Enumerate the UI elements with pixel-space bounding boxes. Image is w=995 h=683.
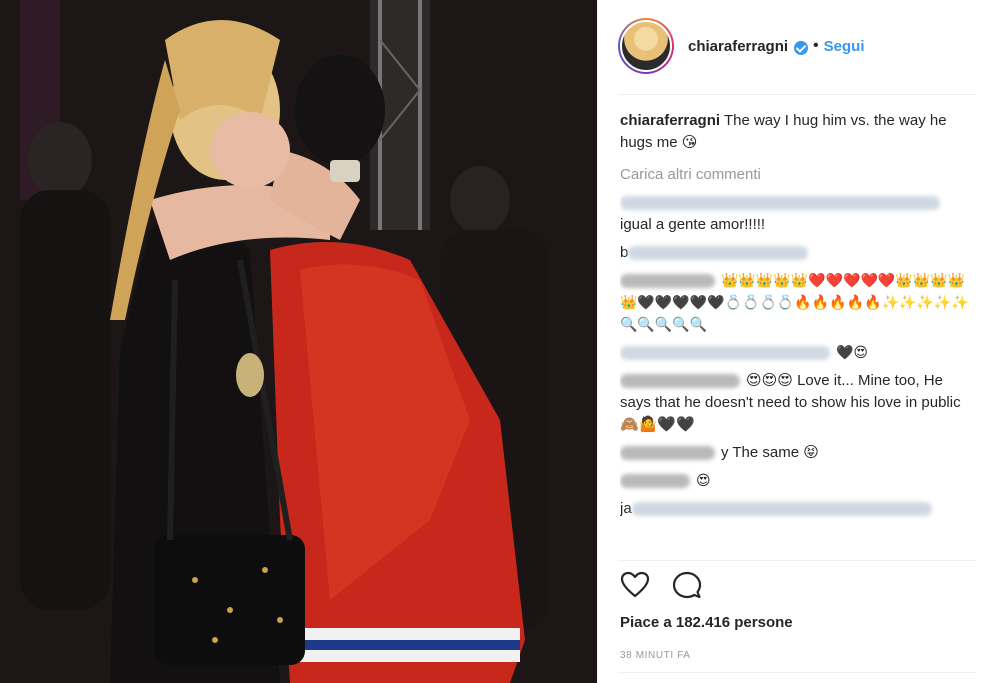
likes-count[interactable]: Piace a 182.416 persone bbox=[620, 614, 793, 631]
follow-button[interactable]: Segui bbox=[824, 38, 865, 55]
caption-username[interactable]: chiaraferragni bbox=[620, 112, 720, 129]
comment-icon[interactable] bbox=[672, 570, 702, 600]
avatar[interactable] bbox=[620, 20, 672, 72]
comment-item: y The same 😝 bbox=[620, 442, 975, 464]
comment-item: igual a gente amor!!!!! bbox=[620, 192, 975, 236]
comment-item: ja bbox=[620, 498, 975, 520]
verified-badge-icon bbox=[794, 41, 809, 55]
comment-text: y The same 😝 bbox=[721, 444, 819, 461]
heart-icon[interactable] bbox=[620, 570, 650, 600]
hidden-username[interactable] bbox=[620, 274, 715, 289]
separator-dot: • bbox=[813, 37, 819, 54]
comment-prefix: b bbox=[620, 244, 629, 261]
hidden-username[interactable] bbox=[631, 502, 932, 517]
post-header: chiaraferragni • Segui bbox=[618, 16, 865, 76]
comment-item: b bbox=[620, 242, 975, 264]
header-divider bbox=[618, 94, 976, 95]
comment-text: igual a gente amor!!!!! bbox=[620, 216, 766, 233]
hidden-username[interactable] bbox=[620, 196, 940, 211]
comment-item: 😍 bbox=[620, 470, 975, 492]
load-more-comments-button[interactable]: Carica altri commenti bbox=[620, 164, 975, 186]
comment-item: 😍😍😍 Love it... Mine too, He says that he… bbox=[620, 370, 975, 436]
author-username[interactable]: chiaraferragni bbox=[688, 38, 788, 55]
action-bar bbox=[620, 570, 702, 600]
actions-divider bbox=[618, 560, 976, 561]
comment-item: 🖤😍 bbox=[620, 342, 975, 364]
photo-illustration bbox=[0, 0, 597, 683]
hidden-username[interactable] bbox=[628, 246, 809, 261]
hidden-username[interactable] bbox=[620, 446, 715, 461]
hidden-username[interactable] bbox=[620, 374, 740, 389]
hidden-username[interactable] bbox=[620, 346, 830, 361]
comment-text: 😍 bbox=[696, 473, 711, 489]
bottom-divider bbox=[618, 672, 976, 673]
avatar-ring[interactable] bbox=[618, 18, 674, 74]
post-caption: chiaraferragni The way I hug him vs. the… bbox=[620, 110, 975, 154]
comments-list[interactable]: chiaraferragni The way I hug him vs. the… bbox=[620, 110, 975, 565]
post-timestamp[interactable]: 38 MINUTI FA bbox=[620, 650, 691, 661]
comment-item: 👑👑👑👑👑❤️❤️❤️❤️❤️👑👑👑👑👑🖤🖤🖤🖤🖤💍💍💍💍🔥🔥🔥🔥🔥✨✨✨✨✨🔍… bbox=[620, 270, 975, 336]
comment-text: 🖤😍 bbox=[836, 345, 869, 361]
comment-prefix: ja bbox=[620, 500, 632, 517]
instagram-post: chiaraferragni • Segui chiaraferragni Th… bbox=[0, 0, 995, 683]
post-sidebar: chiaraferragni • Segui chiaraferragni Th… bbox=[597, 0, 995, 683]
post-photo[interactable] bbox=[0, 0, 597, 683]
hidden-username[interactable] bbox=[620, 474, 690, 489]
